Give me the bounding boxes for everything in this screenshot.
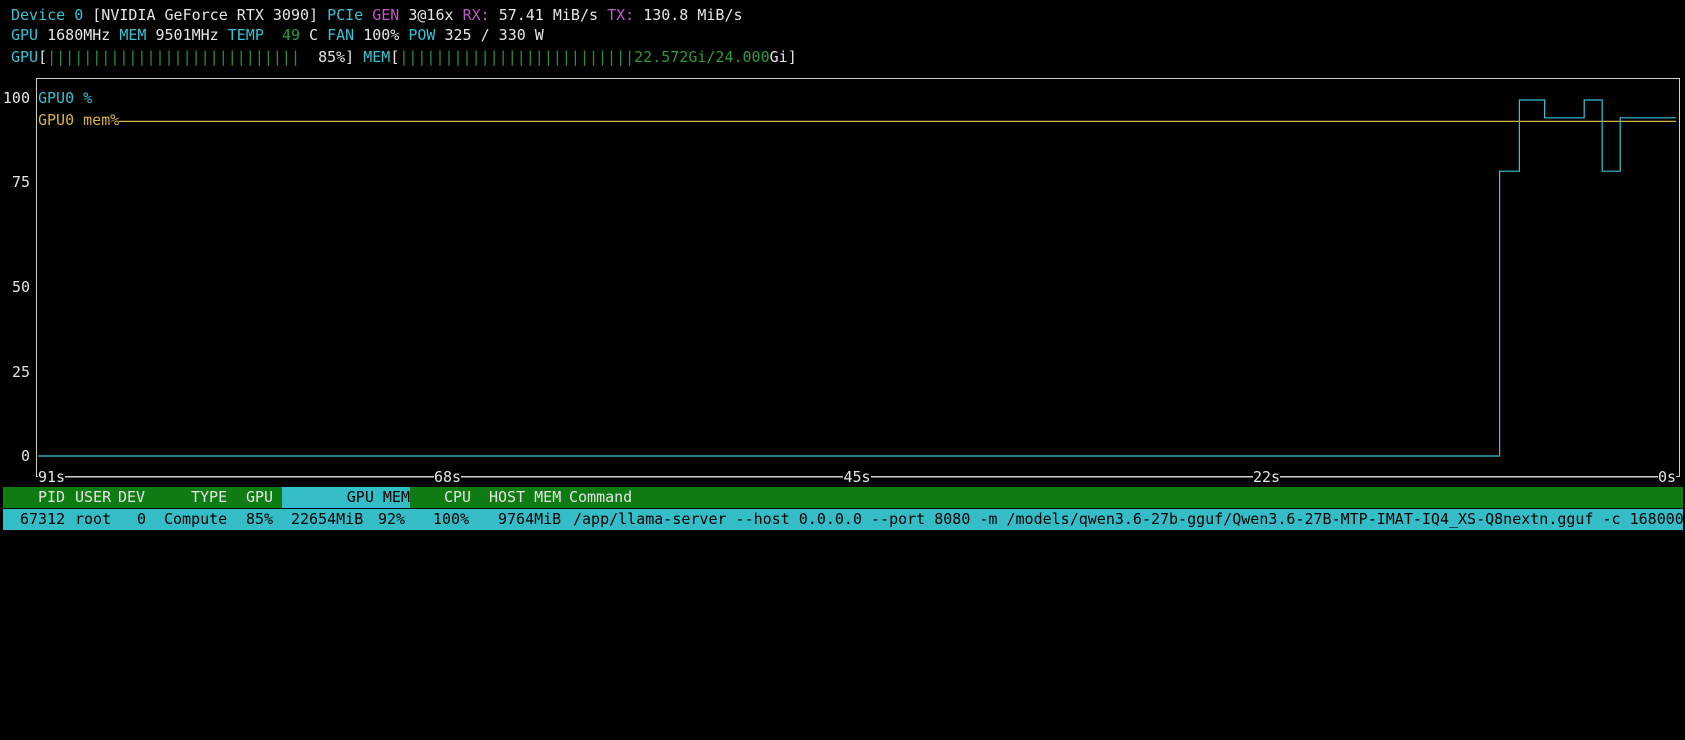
x-tick-91s-text: 91s	[38, 468, 66, 486]
row-dev: 0	[137, 510, 147, 528]
legend-gpu-util: GPU0 %	[38, 89, 93, 107]
row-user: root	[75, 510, 112, 528]
process-table-header: PID USER DEV TYPE GPU GPU MEM CPU HOST M…	[3, 487, 1683, 508]
gpu-util-percent-series	[38, 99, 1676, 457]
row-cpu: 100%	[433, 510, 470, 528]
col-dev[interactable]: DEV	[118, 487, 145, 508]
row-type: Compute	[164, 510, 228, 528]
row-pid: 67312	[20, 510, 66, 528]
x-tick-45s: 45s	[843, 467, 871, 487]
row-gpu-mem: 22654MiB	[291, 510, 364, 528]
col-gpu-mem[interactable]: GPU MEM	[282, 487, 410, 508]
x-tick-68s: 68s	[433, 467, 462, 487]
col-command[interactable]: Command	[569, 487, 632, 508]
x-tick-22s-text: 22s	[1252, 468, 1281, 486]
row-host-mem: 9764MiB	[498, 510, 562, 528]
row-command: /app/llama-server --host 0.0.0.0 --port …	[573, 510, 1684, 528]
x-tick-0s-text: 0s	[1657, 468, 1676, 486]
x-tick-91s: 91s	[38, 467, 66, 487]
x-tick-0s: 0s	[1657, 467, 1676, 487]
table-row[interactable]: 67312 root 0 Compute 85% 22654MiB 92% 10…	[3, 509, 1684, 530]
col-gpu[interactable]: GPU	[246, 487, 273, 508]
utilization-chart	[38, 99, 1676, 478]
x-tick-45s-text: 45s	[843, 468, 871, 486]
col-pid[interactable]: PID	[38, 487, 65, 508]
row-gpu: 85%	[246, 510, 274, 528]
col-type[interactable]: TYPE	[191, 487, 227, 508]
row-gpu-mem-pct: 92%	[378, 510, 406, 528]
col-cpu[interactable]: CPU	[444, 487, 471, 508]
col-host-mem[interactable]: HOST MEM	[489, 487, 561, 508]
x-tick-22s: 22s	[1252, 467, 1281, 487]
legend-gpu-mem: GPU0 mem%	[38, 110, 120, 130]
col-user[interactable]: USER	[75, 487, 111, 508]
x-tick-68s-text: 68s	[433, 468, 462, 486]
